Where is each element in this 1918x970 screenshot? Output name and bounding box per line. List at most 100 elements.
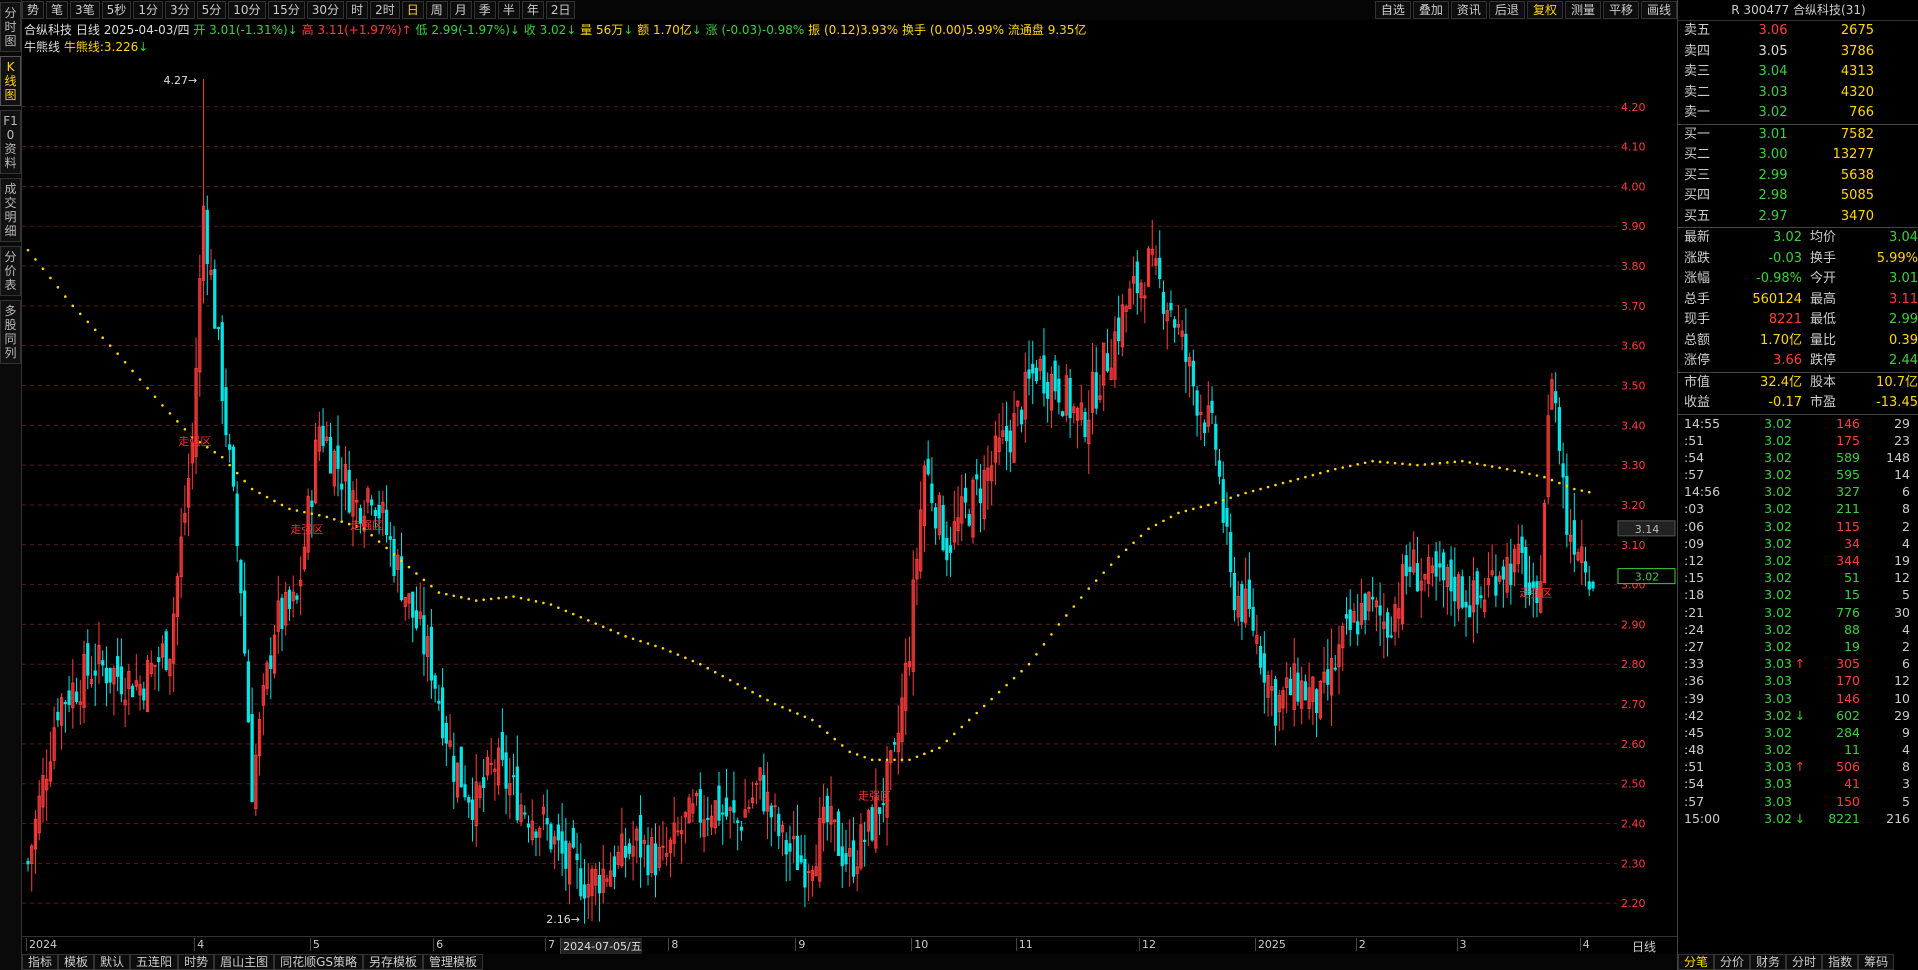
tick-arrow-icon [1792,500,1808,517]
side-tab-3[interactable]: 分时 [1786,954,1823,970]
ma-dot [631,637,635,641]
candle-body [504,752,508,789]
candle-body [571,827,575,848]
left-tab-0[interactable]: 分时图 [0,2,21,52]
ma-dot [788,709,792,712]
candle-body [1105,353,1110,372]
ma-dot [1438,461,1442,465]
period-13[interactable]: 周 [425,1,448,19]
tick-count: 14 [1894,467,1910,483]
period-7[interactable]: 10分 [228,1,266,19]
tool-1[interactable]: 叠加 [1412,1,1449,19]
x-tick-label: 12 [1139,938,1156,951]
ma-dot [579,615,583,619]
candle-body [231,446,236,487]
left-tab-3[interactable]: 成交明细 [0,178,21,242]
period-18[interactable]: 2日 [545,1,576,19]
candle-body [788,843,792,852]
tick-arrow-icon: ↓ [1794,810,1806,826]
zone-label: 走强区 [1519,587,1552,600]
indicator-name[interactable]: 牛熊线 [24,40,60,54]
period-14[interactable]: 月 [449,1,472,19]
period-6[interactable]: 5分 [196,1,227,19]
level-volume: 3470 [1840,208,1874,224]
period-16[interactable]: 半 [497,1,520,19]
candle-body [1434,551,1438,577]
left-tab-2[interactable]: F10资料 [0,110,21,174]
template-tab-4[interactable]: 时势 [178,954,215,970]
stat-value: 3.04 [1889,230,1918,245]
tick-row: :24 3.02 88 4 [1678,621,1918,638]
tool-4[interactable]: 复权 [1526,1,1563,19]
candle-body [1356,621,1360,635]
ma-dot [1154,523,1158,527]
period-2[interactable]: 3笔 [70,1,100,19]
template-tab-6[interactable]: 同花顺GS策略 [274,954,364,970]
ma-dot [415,572,418,575]
side-tab-0[interactable]: 分笔 [1678,954,1715,970]
period-0[interactable]: 势 [22,1,45,19]
candle-body [1438,563,1442,568]
side-tab-4[interactable]: 指数 [1822,954,1859,970]
template-tab-3[interactable]: 五连阳 [130,954,179,970]
tick-arrow-icon [1792,483,1808,500]
side-tab-5[interactable]: 筹码 [1858,954,1895,970]
indicator-bar: 牛熊线 牛熊线:3.226↓ [24,40,149,54]
template-tab-8[interactable]: 管理模板 [423,954,484,970]
period-11[interactable]: 2时 [370,1,400,19]
kline-chart[interactable]: 4.27→2.16→走强区走强区 走强区走强区走强区 [22,55,1617,935]
period-10[interactable]: 时 [346,1,369,19]
tool-7[interactable]: 画线 [1640,1,1677,19]
side-tab-2[interactable]: 财务 [1750,954,1787,970]
tool-2[interactable]: 资讯 [1450,1,1487,19]
template-tab-2[interactable]: 默认 [94,954,131,970]
stat-row: 涨停 3.66 跌停 2.44 [1678,351,1918,372]
high-label: 4.27→ [164,74,198,87]
tool-3[interactable]: 后退 [1488,1,1525,19]
ma-dot [1296,477,1300,481]
template-tab-0[interactable]: 指标 [22,954,59,970]
ma-dot [1475,462,1479,466]
period-9[interactable]: 30分 [306,1,345,19]
candle-body [523,812,527,815]
side-tab-1[interactable]: 分价 [1714,954,1751,970]
period-8[interactable]: 15分 [267,1,305,19]
period-17[interactable]: 年 [521,1,544,19]
candle-body [638,815,643,858]
candle-body [646,845,650,876]
left-tab-4[interactable]: 分价表 [0,246,21,296]
stat-label: 最新 [1684,230,1711,245]
ma-dot [1079,596,1083,599]
period-12[interactable]: 日 [401,1,424,19]
candle-body [437,700,441,704]
ma-dot [243,479,246,483]
period-1[interactable]: 笔 [46,1,69,19]
period-3[interactable]: 5秒 [101,1,132,19]
candle-body [1314,689,1319,713]
template-tab-7[interactable]: 另存模板 [363,954,424,970]
ma-dot [616,631,620,635]
ma-dot [512,595,515,598]
ma-dot [64,295,67,298]
candle-body [1232,573,1237,611]
template-tab-5[interactable]: 眉山主图 [214,954,275,970]
left-tab-5[interactable]: 多股同列 [0,300,21,364]
tool-5[interactable]: 测量 [1564,1,1601,19]
candle-body [246,661,250,723]
level-label: 卖四 [1684,43,1711,59]
stat-row: 总手 560124 最高 3.11 [1678,290,1918,311]
left-tab-1[interactable]: K线图 [0,56,21,106]
period-15[interactable]: 季 [473,1,496,19]
period-4[interactable]: 1分 [133,1,163,19]
template-tab-1[interactable]: 模板 [58,954,95,970]
period-5[interactable]: 3分 [164,1,195,19]
y-tick: 2.70 [1621,698,1646,711]
level-label: 卖三 [1684,64,1711,79]
candle-body [564,840,568,869]
side-tabs: 分笔 分价 财务 分时 指数 筹码 [1678,954,1918,970]
ma-dot [1072,605,1076,608]
tool-6[interactable]: 平移 [1602,1,1639,19]
ma-dot [392,553,396,556]
y-tick: 3.10 [1621,539,1646,552]
tool-0[interactable]: 自选 [1374,1,1411,19]
